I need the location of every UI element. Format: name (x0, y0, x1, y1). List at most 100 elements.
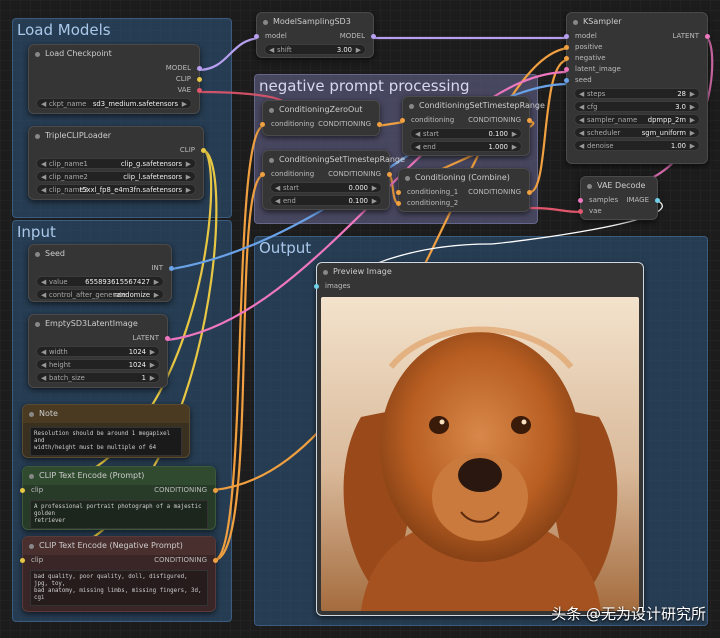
io-conditioning[interactable]: conditioning CONDITIONING (260, 169, 392, 180)
arrow-right-icon[interactable]: ▶ (372, 196, 377, 206)
arrow-left-icon[interactable]: ◀ (269, 45, 274, 55)
ckpt-name-combo[interactable]: ◀ ckpt_name sd3_medium.safetensors ▶ (36, 98, 192, 109)
preview-image[interactable] (321, 297, 639, 611)
node-ksampler[interactable]: KSampler model LATENT positive negative l… (564, 12, 710, 164)
steps-number[interactable]: ◀ steps 28 ▶ (574, 88, 700, 99)
positive-prompt-text[interactable]: A professional portrait photograph of a … (30, 500, 208, 529)
output-latent[interactable]: LATENT (29, 333, 170, 344)
arrow-right-icon[interactable]: ▶ (690, 102, 695, 112)
arrow-left-icon[interactable]: ◀ (41, 347, 46, 357)
end-number[interactable]: ◀ end 1.000 ▶ (410, 141, 522, 152)
output-vae[interactable]: VAE (29, 85, 202, 96)
input-socket-icon[interactable] (564, 67, 569, 72)
node-title[interactable]: ModelSamplingSD3 (257, 13, 373, 31)
node-note[interactable]: Note Resolution should be around 1 megap… (22, 404, 190, 458)
batch-size-number[interactable]: ◀ batch_size 1 ▶ (36, 372, 160, 383)
node-timestep-range-1[interactable]: ConditioningSetTimestepRange conditionin… (400, 96, 545, 156)
node-timestep-range-2[interactable]: ConditioningSetTimestepRange conditionin… (260, 150, 405, 210)
input-socket-icon[interactable] (254, 34, 259, 39)
output-socket-icon[interactable] (213, 558, 218, 563)
input-socket-icon[interactable] (396, 201, 401, 206)
node-title[interactable]: CLIP Text Encode (Negative Prompt) (23, 537, 215, 555)
input-socket-icon[interactable] (20, 488, 25, 493)
arrow-left-icon[interactable]: ◀ (41, 172, 46, 182)
arrow-right-icon[interactable]: ▶ (154, 277, 159, 287)
output-int[interactable]: INT (29, 263, 174, 274)
input-socket-icon[interactable] (260, 172, 265, 177)
collapse-dot-icon[interactable] (409, 104, 414, 109)
output-socket-icon[interactable] (527, 190, 532, 195)
collapse-dot-icon[interactable] (29, 544, 34, 549)
input-socket-icon[interactable] (260, 122, 265, 127)
collapse-dot-icon[interactable] (35, 252, 40, 257)
output-socket-icon[interactable] (201, 148, 206, 153)
input-socket-icon[interactable] (578, 209, 583, 214)
arrow-left-icon[interactable]: ◀ (41, 99, 46, 109)
collapse-dot-icon[interactable] (29, 474, 34, 479)
collapse-dot-icon[interactable] (573, 20, 578, 25)
output-model[interactable]: MODEL (29, 63, 202, 74)
node-vae-decode[interactable]: VAE Decode samples IMAGE vae (578, 176, 660, 220)
node-title[interactable]: Seed (29, 245, 171, 263)
arrow-left-icon[interactable]: ◀ (275, 196, 280, 206)
input-socket-icon[interactable] (564, 56, 569, 61)
arrow-left-icon[interactable]: ◀ (41, 360, 46, 370)
start-number[interactable]: ◀ start 0.000 ▶ (270, 182, 382, 193)
arrow-left-icon[interactable]: ◀ (41, 277, 46, 287)
output-clip[interactable]: CLIP (29, 74, 202, 85)
arrow-left-icon[interactable]: ◀ (415, 142, 420, 152)
arrow-left-icon[interactable]: ◀ (579, 115, 584, 125)
output-socket-icon[interactable] (165, 336, 170, 341)
arrow-left-icon[interactable]: ◀ (415, 129, 420, 139)
node-title[interactable]: Preview Image (317, 263, 643, 281)
input-socket-icon[interactable] (564, 78, 569, 83)
io-model[interactable]: model LATENT (564, 31, 710, 42)
node-empty-sd3-latent-image[interactable]: EmptySD3LatentImage LATENT ◀ width 1024 ▶ ◀… (28, 314, 170, 388)
clip-name1-combo[interactable]: ◀ clip_name1 clip_g.safetensors ▶ (36, 158, 196, 169)
output-socket-icon[interactable] (197, 77, 202, 82)
cfg-number[interactable]: ◀ cfg 3.0 ▶ (574, 101, 700, 112)
arrow-right-icon[interactable]: ▶ (154, 290, 159, 300)
arrow-left-icon[interactable]: ◀ (579, 89, 584, 99)
input-socket-icon[interactable] (564, 34, 569, 39)
node-seed[interactable]: Seed INT ◀ value 655893615567427 ▶ ◀ control… (28, 244, 174, 302)
output-socket-icon[interactable] (527, 118, 532, 123)
input-seed[interactable]: seed (564, 75, 707, 86)
output-socket-icon[interactable] (655, 198, 660, 203)
arrow-right-icon[interactable]: ▶ (186, 185, 191, 195)
io-model[interactable]: model MODEL (254, 31, 376, 42)
collapse-dot-icon[interactable] (323, 270, 328, 275)
input-socket-icon[interactable] (564, 45, 569, 50)
node-preview-image[interactable]: Preview Image images (314, 262, 644, 616)
output-socket-icon[interactable] (387, 172, 392, 177)
scheduler-combo[interactable]: ◀ scheduler sgm_uniform ▶ (574, 127, 700, 138)
io-samples[interactable]: samples IMAGE (578, 195, 660, 206)
arrow-right-icon[interactable]: ▶ (372, 183, 377, 193)
node-title[interactable]: KSampler (567, 13, 707, 31)
clip-name2-combo[interactable]: ◀ clip_name2 clip_l.safetensors ▶ (36, 171, 196, 182)
start-number[interactable]: ◀ start 0.100 ▶ (410, 128, 522, 139)
output-clip[interactable]: CLIP (29, 145, 206, 156)
node-clip-text-encode-positive[interactable]: CLIP Text Encode (Prompt) clip CONDITIONI… (20, 466, 218, 530)
collapse-dot-icon[interactable] (35, 322, 40, 327)
arrow-left-icon[interactable]: ◀ (41, 185, 46, 195)
collapse-dot-icon[interactable] (269, 158, 274, 163)
arrow-right-icon[interactable]: ▶ (150, 347, 155, 357)
node-title[interactable]: ConditioningZeroOut (263, 101, 379, 119)
output-socket-icon[interactable] (197, 66, 202, 71)
output-socket-icon[interactable] (169, 266, 174, 271)
arrow-right-icon[interactable]: ▶ (512, 129, 517, 139)
arrow-right-icon[interactable]: ▶ (186, 159, 191, 169)
collapse-dot-icon[interactable] (269, 108, 274, 113)
io-clip[interactable]: clip CONDITIONING (20, 485, 218, 496)
arrow-right-icon[interactable]: ▶ (182, 99, 187, 109)
node-title[interactable]: CLIP Text Encode (Prompt) (23, 467, 215, 485)
height-number[interactable]: ◀ height 1024 ▶ (36, 359, 160, 370)
collapse-dot-icon[interactable] (35, 52, 40, 57)
node-triple-clip-loader[interactable]: TripleCLIPLoader CLIP ◀ clip_name1 clip_g.… (28, 126, 206, 200)
arrow-right-icon[interactable]: ▶ (512, 142, 517, 152)
node-title[interactable]: Note (23, 405, 189, 423)
output-socket-icon[interactable] (377, 122, 382, 127)
input-images[interactable]: images (314, 281, 643, 292)
node-title[interactable]: ConditioningSetTimestepRange (263, 151, 405, 169)
